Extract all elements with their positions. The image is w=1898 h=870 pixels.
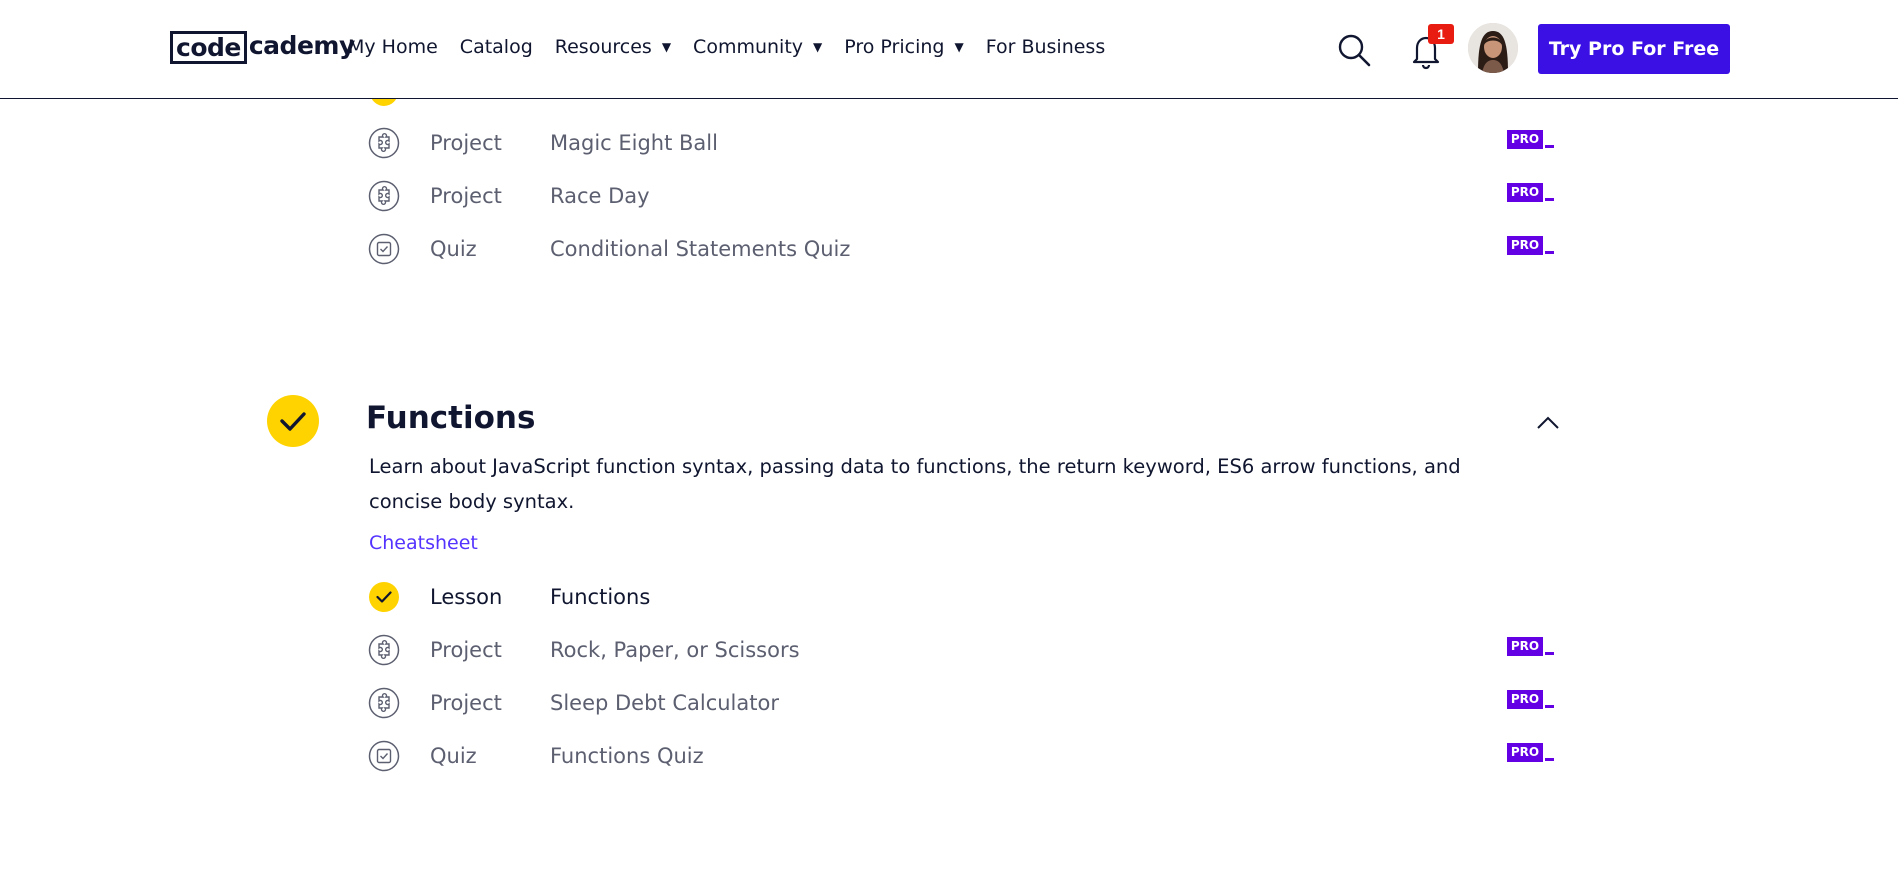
item-title: Rock, Paper, or Scissors	[550, 638, 800, 662]
try-pro-button[interactable]: Try Pro For Free	[1538, 24, 1730, 74]
pro-badge-label: PRO	[1507, 637, 1543, 656]
pro-badge: PRO	[1507, 743, 1555, 765]
item-type: Project	[430, 638, 502, 662]
pro-badge-label: PRO	[1507, 236, 1543, 255]
pro-badge: PRO	[1507, 690, 1555, 712]
codecademy-logo[interactable]: code cademy	[170, 31, 355, 64]
module-description: Learn about JavaScript function syntax, …	[369, 455, 1461, 513]
module-completed-check-icon	[267, 395, 319, 447]
syllabus-item[interactable]: Quiz Conditional Statements Quiz PRO	[368, 232, 1556, 266]
logo-text: cademy	[248, 31, 355, 60]
syllabus-item[interactable]: Project Sleep Debt Calculator PRO	[368, 686, 1556, 720]
pro-badge-label: PRO	[1507, 743, 1543, 762]
item-type: Lesson	[430, 585, 503, 609]
syllabus-item[interactable]: Project Magic Eight Ball PRO	[368, 126, 1556, 160]
nav-for-business-label: For Business	[985, 36, 1106, 58]
avatar-photo	[1468, 23, 1518, 73]
puzzle-icon	[368, 180, 400, 212]
pro-badge-label: PRO	[1507, 130, 1543, 149]
nav-community-label: Community	[693, 36, 804, 58]
nav-community[interactable]: Community ▼	[693, 36, 822, 58]
item-title: Functions Quiz	[550, 744, 704, 768]
pro-badge: PRO	[1507, 130, 1555, 152]
item-title: Magic Eight Ball	[550, 131, 718, 155]
puzzle-icon	[368, 127, 400, 159]
item-type: Project	[430, 131, 502, 155]
item-title: Conditional Statements Quiz	[550, 237, 851, 261]
nav-my-home-label: My Home	[348, 36, 438, 58]
pro-badge: PRO	[1507, 236, 1555, 258]
nav-catalog[interactable]: Catalog	[460, 36, 533, 58]
item-type: Project	[430, 184, 502, 208]
item-type: Project	[430, 691, 502, 715]
main-nav: My Home Catalog Resources ▼ Community ▼ Pr…	[348, 36, 1127, 58]
nav-catalog-label: Catalog	[459, 36, 533, 58]
notification-badge[interactable]: 1	[1428, 24, 1454, 44]
nav-for-business[interactable]: For Business	[986, 36, 1106, 58]
syllabus-item[interactable]: Quiz Functions Quiz PRO	[368, 739, 1556, 773]
pro-badge: PRO	[1507, 183, 1555, 205]
nav-resources[interactable]: Resources ▼	[555, 36, 671, 58]
quiz-icon	[368, 740, 400, 772]
caret-down-icon: ▼	[954, 40, 964, 54]
top-navigation-bar: code cademy My Home Catalog Resources ▼ C…	[0, 0, 1898, 99]
syllabus-item[interactable]: Lesson Functions	[368, 580, 1556, 614]
pro-badge-label: PRO	[1507, 183, 1543, 202]
puzzle-icon	[368, 634, 400, 666]
item-title: Functions	[550, 585, 651, 609]
puzzle-icon	[368, 687, 400, 719]
nav-my-home[interactable]: My Home	[348, 36, 438, 58]
quiz-icon	[368, 233, 400, 265]
item-title: Race Day	[550, 184, 650, 208]
item-type: Quiz	[430, 744, 477, 768]
chevron-up-icon[interactable]	[1535, 410, 1561, 436]
item-title: Sleep Debt Calculator	[550, 691, 779, 715]
caret-down-icon: ▼	[661, 40, 672, 54]
syllabus-item[interactable]: Project Race Day PRO	[368, 179, 1556, 213]
cheatsheet-link[interactable]: Cheatsheet	[369, 532, 478, 554]
pro-badge: PRO	[1507, 637, 1555, 659]
nav-resources-label: Resources	[554, 36, 652, 58]
caret-down-icon: ▼	[813, 40, 823, 54]
nav-pro-pricing-label: Pro Pricing	[844, 36, 945, 58]
syllabus-item[interactable]: Project Rock, Paper, or Scissors PRO	[368, 633, 1556, 667]
check-icon	[369, 582, 399, 612]
item-type: Quiz	[430, 237, 477, 261]
logo-code-box: code	[170, 31, 247, 64]
avatar[interactable]	[1468, 23, 1518, 73]
nav-pro-pricing[interactable]: Pro Pricing ▼	[844, 36, 963, 58]
search-icon[interactable]	[1337, 33, 1371, 67]
pro-badge-label: PRO	[1507, 690, 1543, 709]
module-title: Functions	[366, 400, 536, 436]
